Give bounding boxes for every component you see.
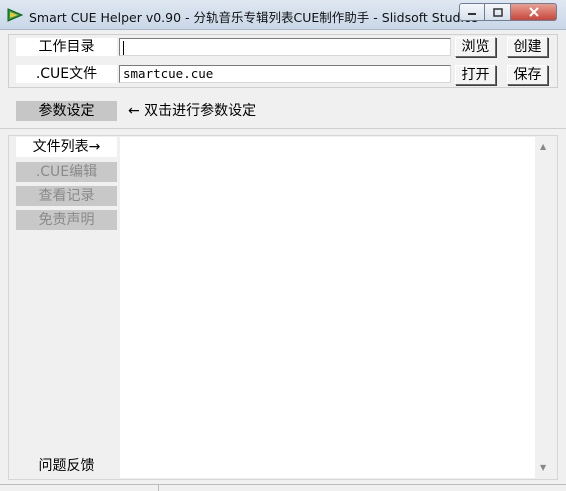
window-title: Smart CUE Helper v0.90 - 分轨音乐专辑列表CUE制作助手… [29, 10, 479, 25]
cue-file-input[interactable]: smartcue.cue [119, 65, 451, 83]
tab-file-list[interactable]: 文件列表→ [16, 137, 117, 157]
minimize-button[interactable] [459, 3, 485, 21]
status-bar [0, 484, 566, 491]
title-bar[interactable]: Smart CUE Helper v0.90 - 分轨音乐专辑列表CUE制作助手… [0, 0, 566, 30]
vertical-scrollbar[interactable]: ▲ ▼ [536, 137, 553, 478]
divider [0, 128, 566, 129]
scroll-down-arrow-icon[interactable]: ▼ [540, 463, 546, 472]
feedback-link[interactable]: 问题反馈 [16, 456, 117, 476]
param-settings-button[interactable]: 参数设定 [16, 101, 117, 121]
play-triangle-icon [7, 8, 23, 22]
minimize-icon [468, 13, 476, 15]
save-button[interactable]: 保存 [507, 65, 548, 85]
tab-disclaimer[interactable]: 免责声明 [16, 210, 117, 230]
tab-view-log[interactable]: 查看记录 [16, 186, 117, 206]
param-hint: ← 双击进行参数设定 [128, 103, 257, 119]
file-list-area[interactable] [120, 137, 535, 478]
tab-cue-edit[interactable]: .CUE编辑 [16, 162, 117, 182]
scroll-up-arrow-icon[interactable]: ▲ [540, 142, 546, 151]
workdir-label: 工作目录 [16, 38, 117, 56]
close-icon [528, 7, 539, 17]
create-button[interactable]: 创建 [507, 37, 548, 57]
workdir-input[interactable] [119, 38, 451, 56]
maximize-button[interactable] [485, 3, 511, 21]
browse-button[interactable]: 浏览 [455, 37, 496, 57]
close-button[interactable] [511, 3, 557, 21]
open-button[interactable]: 打开 [455, 65, 496, 85]
maximize-icon [492, 7, 503, 17]
cue-file-label: .CUE文件 [16, 65, 117, 83]
status-separator [158, 485, 159, 491]
text-caret [123, 40, 124, 55]
